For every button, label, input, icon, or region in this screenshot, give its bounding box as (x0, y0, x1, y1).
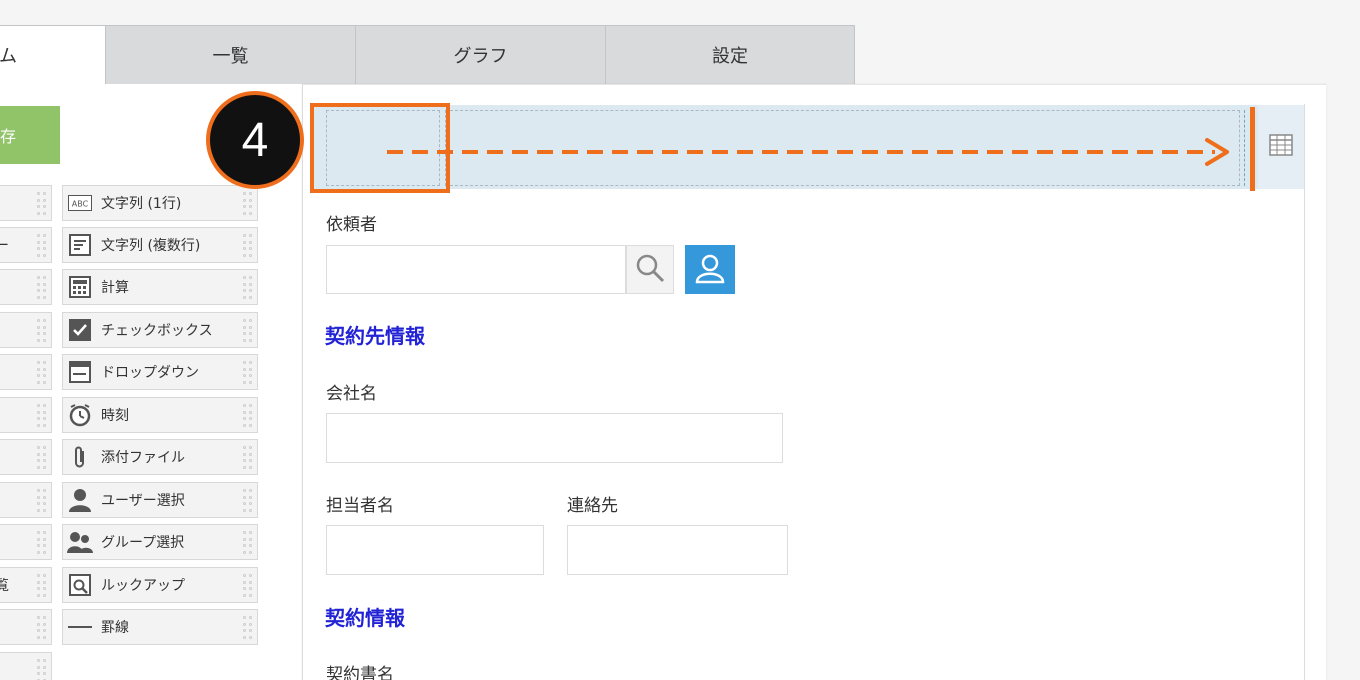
section-heading-contract: 契約情報 (325, 606, 405, 630)
palette-item-label: 覧 (0, 578, 9, 594)
contact-person-input[interactable] (326, 525, 544, 575)
calculator-icon (67, 274, 93, 300)
user-icon (67, 487, 93, 513)
palette-item[interactable] (0, 269, 52, 305)
tab-list-label: 一覧 (212, 46, 249, 67)
palette-item-dropdown[interactable]: ドロップダウン (62, 354, 258, 390)
contract-name-label: 契約書名 (326, 665, 394, 680)
palette-item-attachment[interactable]: 添付ファイル (62, 439, 258, 475)
line-icon (67, 614, 93, 640)
palette-item-line[interactable]: 罫線 (62, 609, 258, 645)
tab-form-label: ム (0, 46, 17, 67)
requester-user-picker-button[interactable] (685, 245, 735, 294)
palette-item-label: ー (0, 238, 9, 254)
company-name-label: 会社名 (326, 384, 377, 404)
palette-item-text-multi[interactable]: 文字列 (複数行) (62, 227, 258, 263)
save-button-label: 存 (0, 127, 17, 146)
resize-handle-highlight (1250, 107, 1255, 191)
palette-item-label: 文字列 (1行) (101, 196, 182, 212)
palette-item-label: 計算 (101, 280, 129, 296)
user-outline-icon (694, 252, 726, 288)
palette-item-label: グループ選択 (101, 535, 185, 551)
step-number-badge: 4 (206, 91, 304, 189)
palette-item[interactable]: 覧 (0, 567, 52, 603)
palette-item[interactable] (0, 609, 52, 645)
palette-item-text-single[interactable]: ABC 文字列 (1行) (62, 185, 258, 221)
palette-item[interactable] (0, 354, 52, 390)
table-grid-icon (1269, 134, 1293, 160)
lookup-icon (67, 572, 93, 598)
step-number: 4 (241, 113, 269, 167)
palette-item-lookup[interactable]: ルックアップ (62, 567, 258, 603)
text-single-line-icon: ABC (67, 190, 93, 216)
palette-item-label: 時刻 (101, 408, 129, 424)
palette-item-label: ドロップダウン (101, 365, 199, 381)
requester-label: 依頼者 (326, 215, 377, 235)
palette-item[interactable] (0, 524, 52, 560)
requester-search-button[interactable] (626, 245, 674, 294)
palette-item-label: ユーザー選択 (101, 493, 185, 509)
clock-icon (67, 402, 93, 428)
contact-info-label: 連絡先 (567, 496, 618, 516)
requester-input[interactable] (326, 245, 626, 294)
palette-item-label: 文字列 (複数行) (101, 238, 201, 254)
palette-item-checkbox[interactable]: チェックボックス (62, 312, 258, 348)
palette-item[interactable] (0, 439, 52, 475)
paperclip-icon (67, 444, 93, 470)
section-heading-contractor: 契約先情報 (325, 324, 425, 348)
palette-item[interactable] (0, 185, 52, 221)
drag-arrow-right-icon (385, 135, 1245, 173)
group-icon (67, 529, 93, 555)
contact-person-label: 担当者名 (326, 496, 394, 516)
checkbox-icon (67, 317, 93, 343)
palette-item[interactable] (0, 312, 52, 348)
save-form-button[interactable]: 存 (0, 106, 60, 164)
svg-text:ABC: ABC (72, 200, 89, 209)
palette-item-label: 罫線 (101, 620, 129, 636)
tab-list[interactable]: 一覧 (105, 25, 356, 85)
search-icon (635, 253, 665, 287)
palette-item-user[interactable]: ユーザー選択 (62, 482, 258, 518)
palette-item-label: チェックボックス (101, 323, 213, 339)
tab-form[interactable]: ム (0, 25, 106, 85)
palette-item[interactable]: ー (0, 227, 52, 263)
tab-graph-label: グラフ (453, 46, 508, 67)
dropdown-icon (67, 359, 93, 385)
tab-settings[interactable]: 設定 (605, 25, 855, 85)
palette-item-group[interactable]: グループ選択 (62, 524, 258, 560)
palette-item-calc[interactable]: 計算 (62, 269, 258, 305)
palette-item-label: ルックアップ (101, 578, 185, 594)
tab-settings-label: 設定 (712, 46, 748, 67)
palette-item-label: 添付ファイル (101, 450, 185, 466)
contact-info-input[interactable] (567, 525, 788, 575)
tab-graph[interactable]: グラフ (355, 25, 606, 85)
palette-item[interactable] (0, 652, 52, 680)
company-name-input[interactable] (326, 413, 783, 463)
row-table-toggle[interactable] (1258, 105, 1304, 189)
palette-item[interactable] (0, 397, 52, 433)
text-multi-line-icon (67, 232, 93, 258)
palette-item-time[interactable]: 時刻 (62, 397, 258, 433)
form-canvas-border (302, 104, 1305, 680)
palette-item[interactable] (0, 482, 52, 518)
